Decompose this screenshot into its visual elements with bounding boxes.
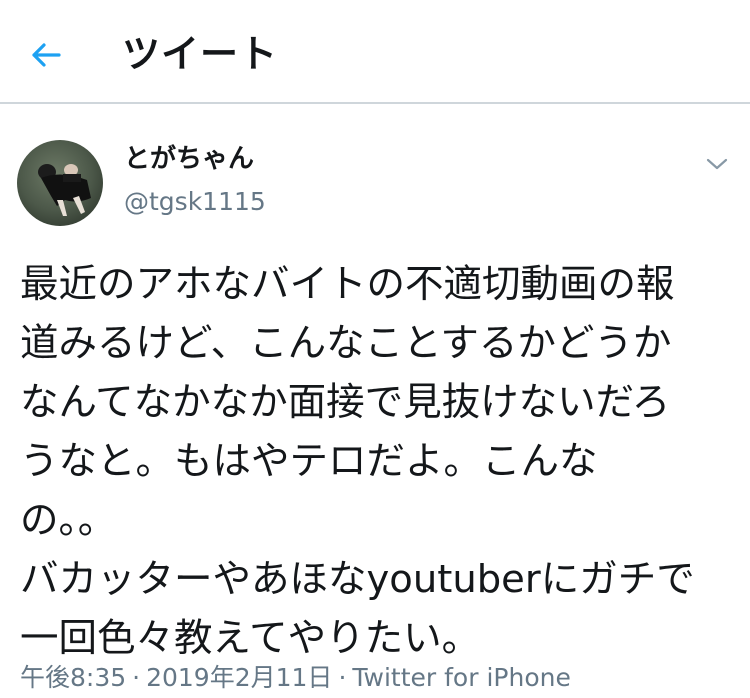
tweet-text: 最近のアホなバイトの不適切動画の報 道みるけど、こんなことするかどうか なんてな…	[20, 255, 740, 668]
tweet-text-line: うなと。もはやテロだよ。こんな	[20, 439, 598, 484]
tweet-time: 午後8:35	[20, 663, 127, 692]
page-title: ツイート	[122, 32, 279, 76]
arrow-left-icon	[32, 43, 61, 67]
tweet-text-line: バカッターやあほなyoutuberにガチで	[20, 557, 695, 602]
tweet-text-line: なんてなかなか面接で見抜けないだろ	[20, 380, 671, 425]
avatar[interactable]	[17, 140, 103, 226]
meta-separator: ·	[132, 663, 141, 692]
chevron-down-icon	[706, 158, 728, 170]
meta-separator: ·	[338, 663, 347, 692]
tweet-source-link[interactable]: Twitter for iPhone	[352, 663, 570, 692]
user-avatar-photo	[17, 140, 103, 226]
author-handle[interactable]: @tgsk1115	[124, 185, 266, 219]
tweet-text-line: の。。	[20, 498, 117, 543]
back-button[interactable]	[26, 38, 66, 72]
top-bar: ツイート	[0, 0, 750, 104]
tweet-text-line: 道みるけど、こんなことするかどうか	[20, 321, 672, 366]
tweet-detail-screen: ツイート とがちゃん @tgsk1115 最近のアホなバイトの不適切動画の報 道…	[0, 0, 750, 698]
author-name[interactable]: とがちゃん	[124, 142, 254, 176]
tweet-date: 2019年2月11日	[146, 663, 333, 692]
more-options-button[interactable]	[702, 152, 732, 176]
tweet-text-line: 最近のアホなバイトの不適切動画の報	[20, 262, 675, 307]
tweet-meta: 午後8:35 · 2019年2月11日 · Twitter for iPhone	[20, 660, 571, 696]
